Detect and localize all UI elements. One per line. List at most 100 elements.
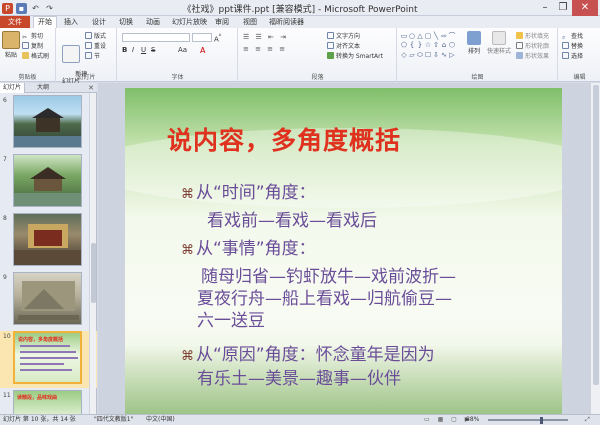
slide-thumb-row[interactable]: 9 xyxy=(0,272,97,329)
tab-slides-pane[interactable]: 幻灯片 xyxy=(0,83,26,93)
sub-item[interactable]: 看戏前—看戏—看戏后 xyxy=(207,210,377,232)
replace-button[interactable]: 替换 xyxy=(562,42,583,51)
window-title: 《社戏》ppt课件.ppt [兼容模式] - Microsoft PowerPo… xyxy=(182,5,418,15)
tab-outline-pane[interactable]: 大纲 xyxy=(34,83,52,93)
editor-scroll-thumb[interactable] xyxy=(593,85,599,385)
group-label-clipboard: 剪贴板 xyxy=(18,74,37,81)
list-buttons[interactable]: ☰ ☰ ⇤ ⇥ xyxy=(243,33,288,42)
tab-transitions[interactable]: 切换 xyxy=(119,17,133,28)
language-indicator[interactable]: 中文(中国) xyxy=(146,415,175,425)
pane-scrollbar[interactable] xyxy=(89,93,96,414)
paste-button[interactable]: 粘贴 xyxy=(2,31,20,59)
cut-button[interactable]: ✂ 剪切 xyxy=(22,32,43,41)
slide-thumb-row[interactable]: 6 xyxy=(0,95,97,152)
sub-item[interactable]: 随母归省—钓虾放牛—戏前波折— xyxy=(201,266,456,288)
italic-button[interactable]: I xyxy=(132,46,134,55)
slide-number: 10 xyxy=(3,333,11,340)
copy-button[interactable]: 复制 xyxy=(22,42,43,51)
thumb-text-line xyxy=(20,357,78,359)
slide-thumbnail[interactable]: 读精段，品味戏曲 xyxy=(13,390,82,414)
zoom-level[interactable]: 88% xyxy=(466,415,479,425)
group-slides: 新建 幻灯片 版式 重设 节 幻灯片 xyxy=(57,28,117,85)
slide-thumb-row[interactable]: 8 xyxy=(0,213,97,270)
font-size-combo[interactable] xyxy=(192,33,212,42)
bullet-item[interactable]: ⌘ 从“原因”角度：怀念童年是因为 xyxy=(181,344,435,368)
sub-item[interactable]: 有乐土—美景—趣事—伙伴 xyxy=(197,368,401,390)
slide-number: 6 xyxy=(3,97,7,104)
group-label-drawing: 绘图 xyxy=(471,74,484,81)
slide-thumbnail[interactable] xyxy=(13,95,82,148)
fit-window-icon[interactable]: ⤢ xyxy=(585,415,590,425)
zoom-slider-thumb[interactable] xyxy=(540,417,543,424)
strikethrough-button[interactable]: S xyxy=(151,46,155,55)
slide-canvas[interactable]: 说内容，多角度概括 ⌘ 从“时间”角度： 看戏前—看戏—看戏后 ⌘ 从“事情”角度：… xyxy=(125,88,562,414)
quick-styles-button[interactable]: 快速样式 xyxy=(486,31,512,55)
align-text-button[interactable]: 对齐文本 xyxy=(327,42,360,51)
format-painter-button[interactable]: 格式刷 xyxy=(22,52,49,61)
tab-home[interactable]: 开始 xyxy=(33,16,57,28)
zoom-slider[interactable] xyxy=(488,419,568,421)
slide-thumbnail[interactable] xyxy=(13,213,82,266)
shape-outline-button[interactable]: 形状轮廓 xyxy=(516,42,549,51)
select-icon xyxy=(562,52,569,59)
select-button[interactable]: 选择 xyxy=(562,52,583,61)
painting-image xyxy=(18,281,79,320)
replace-icon xyxy=(562,42,569,49)
align-buttons[interactable]: ≡ ≡ ≡ ≡ xyxy=(243,45,287,54)
slide-thumbnail[interactable] xyxy=(13,154,82,207)
maximize-button[interactable]: ❐ xyxy=(554,0,572,16)
outline-icon xyxy=(516,42,523,49)
scissors-icon: ✂ xyxy=(22,34,28,41)
minimize-button[interactable]: – xyxy=(536,0,554,16)
tab-view[interactable]: 视图 xyxy=(243,17,257,28)
slide-thumb-row[interactable]: 7 xyxy=(0,154,97,211)
slide-thumb-row[interactable]: 11 读精段，品味戏曲 xyxy=(0,390,97,414)
change-case-button[interactable]: Aa xyxy=(178,46,187,55)
group-clipboard: 粘贴 ✂ 剪切 复制 格式刷 剪贴板 xyxy=(0,28,56,82)
thumb-title: 说内容，多角度概括 xyxy=(18,337,64,343)
font-name-combo[interactable] xyxy=(122,33,190,42)
shape-effects-button[interactable]: 形状效果 xyxy=(516,52,549,61)
sub-item[interactable]: 夏夜行舟—船上看戏—归航偷豆— xyxy=(197,288,452,310)
font-color-button[interactable]: A xyxy=(200,46,205,55)
bullet-item[interactable]: ⌘ 从“时间”角度： xyxy=(181,182,316,206)
find-button[interactable]: ⌕ 查找 xyxy=(562,32,583,41)
group-paragraph: ☰ ☰ ⇤ ⇥ ≡ ≡ ≡ ≡ 文字方向 对齐文本 转换为 SmartArt 段… xyxy=(239,28,397,82)
convert-smartart-button[interactable]: 转换为 SmartArt xyxy=(327,52,383,61)
reset-icon xyxy=(85,42,92,49)
tab-slideshow[interactable]: 幻灯片放映 xyxy=(172,17,207,28)
reset-button[interactable]: 重设 xyxy=(85,42,106,51)
tab-insert[interactable]: 插入 xyxy=(64,17,78,28)
tab-animations[interactable]: 动画 xyxy=(146,17,160,28)
section-button[interactable]: 节 xyxy=(85,52,100,61)
slide-thumbnail[interactable] xyxy=(13,272,82,325)
group-editing: ⌕ 查找 替换 选择 编辑 xyxy=(559,28,600,82)
layout-button[interactable]: 版式 xyxy=(85,32,106,41)
tab-review[interactable]: 审阅 xyxy=(215,17,229,28)
arrange-button[interactable]: 排列 xyxy=(466,31,482,55)
shape-fill-button[interactable]: 形状填充 xyxy=(516,32,549,41)
grow-font-button[interactable]: Aᴬ xyxy=(214,33,221,43)
tab-design[interactable]: 设计 xyxy=(92,17,106,28)
bold-button[interactable]: B xyxy=(122,46,127,55)
pane-close-icon[interactable]: ✕ xyxy=(88,83,94,93)
slide-thumb-row-selected[interactable]: 10 说内容，多角度概括 xyxy=(0,331,97,388)
close-button[interactable]: ✕ xyxy=(572,0,598,16)
sub-item[interactable]: 六一送豆 xyxy=(197,310,265,332)
layout-icon xyxy=(85,32,92,39)
title-bar: P ▪ ↶ ↷ 《社戏》ppt课件.ppt [兼容模式] - Microsoft… xyxy=(0,0,600,16)
pane-tabs: 幻灯片 大纲 ✕ xyxy=(0,83,97,93)
pavilion-image xyxy=(14,167,81,206)
editor-scrollbar[interactable] xyxy=(590,83,600,414)
tab-file[interactable]: 文件 xyxy=(0,16,30,28)
pane-scroll-thumb[interactable] xyxy=(91,243,96,303)
shapes-gallery[interactable]: ▭ ○ △ ▢ ╲ ⇨ ⌒ ⬠{} ☆ ⇧ ⌂ ⬡ ◇ ▱ ⬭ ☐ ⇩ ∿ ▷ xyxy=(400,32,456,60)
slide-title[interactable]: 说内容，多角度概括 xyxy=(167,121,401,157)
underline-button[interactable]: U xyxy=(141,46,146,55)
thumb-text-line xyxy=(20,363,64,365)
slide-thumbnail[interactable]: 说内容，多角度概括 xyxy=(13,331,82,384)
text-direction-button[interactable]: 文字方向 xyxy=(327,32,360,41)
tab-foxit[interactable]: 福昕阅读器 xyxy=(269,17,304,28)
clipboard-icon xyxy=(2,31,20,49)
bullet-item[interactable]: ⌘ 从“事情”角度： xyxy=(181,238,316,262)
